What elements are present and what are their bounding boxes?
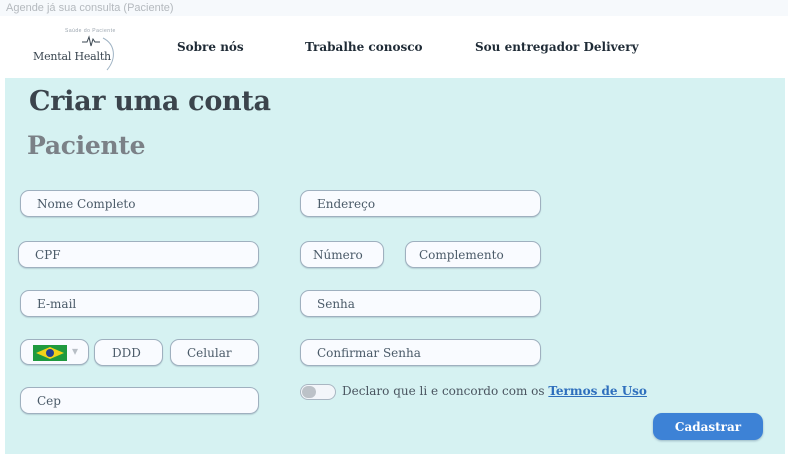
country-code-select[interactable]: ▾ — [20, 339, 89, 365]
chevron-down-icon: ▾ — [72, 344, 79, 358]
window-title: Agende já sua consulta (Paciente) — [6, 2, 174, 14]
terms-prefix: Declaro que li e concordo com os — [342, 384, 549, 398]
cpf-input[interactable] — [18, 241, 259, 268]
cep-input[interactable] — [20, 387, 259, 414]
full-name-input[interactable] — [20, 190, 259, 217]
nav-link-sobre-nos[interactable]: Sobre nós — [177, 40, 244, 54]
address-input[interactable] — [300, 190, 541, 217]
register-button[interactable]: Cadastrar — [653, 413, 763, 440]
toggle-knob — [302, 386, 316, 398]
terms-label: Declaro que li e concordo com os Termos … — [342, 384, 647, 398]
confirm-password-input[interactable] — [300, 339, 541, 366]
page-title: Criar uma conta — [29, 86, 271, 117]
terms-toggle[interactable] — [300, 384, 336, 400]
number-input[interactable] — [300, 241, 384, 268]
heartbeat-icon — [82, 35, 100, 47]
complement-input[interactable] — [405, 241, 541, 268]
signup-panel: Criar uma conta Paciente ▾ Declaro que l… — [5, 78, 785, 454]
mental-health-logo[interactable]: Saúde do Paciente Mental Health — [31, 28, 121, 72]
brazil-flag-icon — [33, 345, 67, 361]
password-input[interactable] — [300, 290, 541, 317]
cellphone-input[interactable] — [170, 339, 259, 366]
nav-link-trabalhe-conosco[interactable]: Trabalhe conosco — [305, 40, 423, 54]
logo-text: Mental Health — [33, 50, 111, 63]
terms-of-use-link[interactable]: Termos de Uso — [548, 384, 647, 398]
nav-link-entregador-delivery[interactable]: Sou entregador Delivery — [475, 40, 639, 54]
page-subtitle: Paciente — [27, 131, 146, 160]
email-input[interactable] — [20, 290, 259, 317]
ddd-input[interactable] — [94, 339, 163, 366]
site-header: Saúde do Paciente Mental Health Sobre nó… — [5, 16, 785, 78]
